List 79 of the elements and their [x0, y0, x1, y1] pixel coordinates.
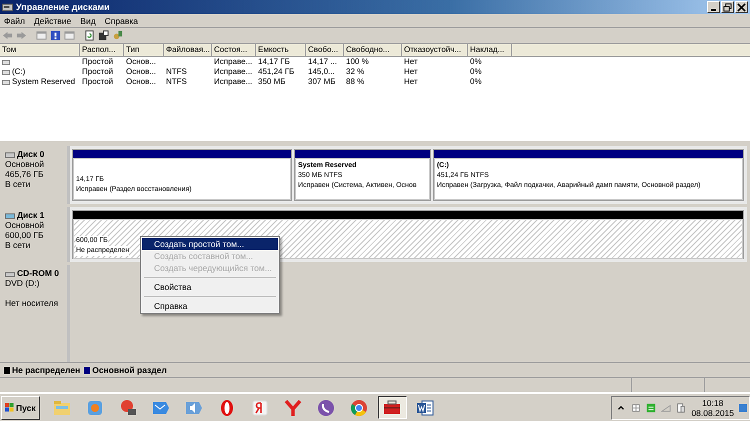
disk-info: Основной — [5, 220, 45, 230]
table-cell: Исправе... — [214, 67, 252, 77]
table-cell: 88 % — [346, 77, 364, 87]
start-button[interactable]: Пуск — [1, 396, 40, 420]
properties-icon[interactable] — [98, 30, 109, 41]
legend-label: Основной раздел — [92, 365, 167, 375]
close-icon — [737, 2, 746, 12]
legend-label: Не распределен — [12, 365, 80, 375]
table-cell: Простой — [82, 77, 114, 87]
disk-info: В сети — [5, 240, 32, 250]
table-cell: Нет — [404, 57, 418, 67]
refresh-icon[interactable] — [84, 30, 95, 41]
menu-item[interactable]: Справка — [142, 300, 278, 312]
camera-icon — [118, 398, 138, 418]
table-cell: Простой — [82, 57, 114, 67]
help-icon[interactable] — [50, 30, 61, 41]
table-cell: 14,17 ... — [308, 57, 337, 67]
table-cell: 0% — [470, 77, 482, 87]
table-cell: 100 % — [346, 57, 369, 67]
restore-button[interactable] — [721, 1, 734, 13]
table-cell: 350 МБ — [258, 77, 286, 87]
disk-info: Основной — [5, 159, 45, 169]
table-cell: System Reserved — [12, 77, 76, 87]
minimize-button[interactable] — [707, 1, 720, 13]
column-header[interactable]: Наклад... — [468, 44, 512, 56]
close-button[interactable] — [735, 1, 748, 13]
table-cell: 307 МБ — [308, 77, 336, 87]
table-cell: 0% — [470, 67, 482, 77]
disk-name: Диск 1 — [17, 210, 44, 220]
clock[interactable]: 10:18 08.08.2015 — [691, 398, 734, 418]
table-cell: Основ... — [126, 77, 156, 87]
column-header[interactable]: Емкость — [256, 44, 306, 56]
show-desktop-button[interactable] — [739, 404, 747, 412]
table-cell: 32 % — [346, 67, 364, 77]
table-cell: Исправе... — [214, 57, 252, 67]
menu-item[interactable]: Справка — [104, 16, 138, 26]
table-cell: 0% — [470, 57, 482, 67]
disk-info: 465,76 ГБ — [5, 169, 45, 179]
column-header[interactable]: Свобо... — [306, 44, 344, 56]
menu-item[interactable]: Файл — [4, 16, 25, 26]
cd-drive-icon — [5, 270, 15, 276]
menu-item[interactable]: Свойства — [142, 281, 278, 293]
device-icon[interactable] — [676, 402, 686, 412]
table-cell: 451,24 ГБ — [258, 67, 294, 77]
table-cell: NTFS — [166, 77, 187, 87]
column-header[interactable]: Свободно... — [344, 44, 402, 56]
table-cell: Исправе... — [214, 77, 252, 87]
column-header[interactable]: Файловая... — [164, 44, 212, 56]
disk-info: DVD (D:) — [5, 278, 40, 288]
table-cell: Нет — [404, 67, 418, 77]
table-cell: Основ... — [126, 57, 156, 67]
table-cell: Основ... — [126, 67, 156, 77]
browser-icon — [283, 398, 304, 418]
menu-item[interactable]: Действие — [34, 16, 72, 26]
disk-info: В сети — [5, 179, 32, 189]
minimize-icon — [711, 8, 716, 10]
windows-logo-icon — [5, 403, 14, 412]
menu-item[interactable]: Вид — [80, 16, 96, 26]
disk-info: Нет носителя — [5, 298, 60, 308]
column-header[interactable]: Том — [0, 44, 80, 56]
restore-icon — [723, 2, 732, 12]
table-cell: Нет — [404, 77, 418, 87]
table-cell: Простой — [82, 67, 114, 77]
table-cell: 145,0... — [308, 67, 335, 77]
window-title: Управление дисками — [16, 2, 110, 12]
column-header[interactable]: Состоя... — [212, 44, 256, 56]
table-cell: NTFS — [166, 67, 187, 77]
disk-name: CD-ROM 0 — [17, 268, 60, 278]
table-cell: (C:) — [12, 67, 26, 77]
taskbar-app-button[interactable] — [378, 396, 407, 419]
column-header[interactable]: Отказоустойч... — [402, 44, 468, 56]
column-header[interactable]: Распол... — [80, 44, 124, 56]
disk-name: Диск 0 — [17, 149, 44, 159]
menu-item[interactable]: Создать простой том... — [142, 238, 278, 250]
network-icon[interactable] — [646, 402, 656, 412]
phone-icon — [316, 398, 336, 418]
column-header[interactable]: Тип — [124, 44, 164, 56]
table-cell: 14,17 ГБ — [258, 57, 290, 67]
disk-info: 600,00 ГБ — [5, 230, 45, 240]
